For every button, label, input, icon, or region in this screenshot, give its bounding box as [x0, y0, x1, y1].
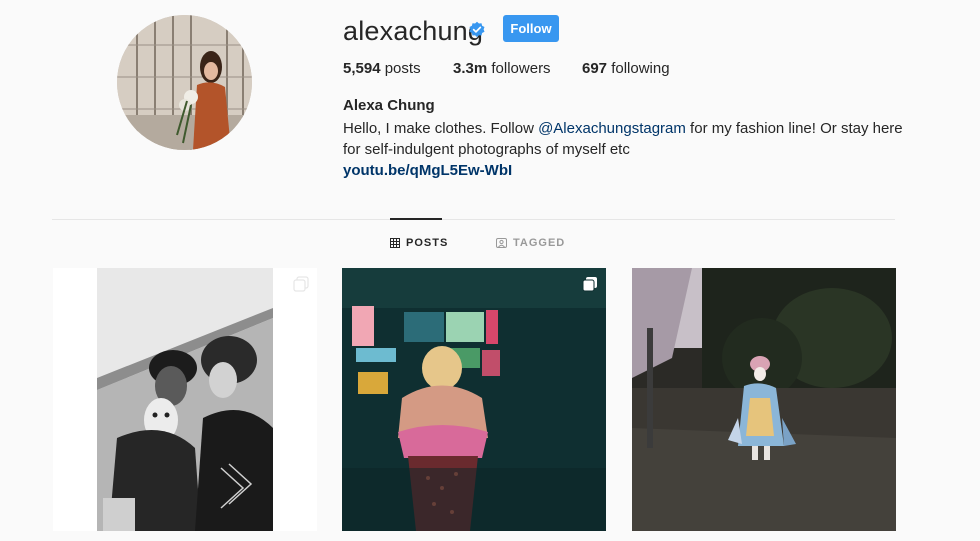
post-tile[interactable]	[53, 268, 317, 531]
follow-button[interactable]: Follow	[503, 15, 559, 42]
posts-count: 5,594	[343, 60, 381, 77]
profile-external-link[interactable]: youtu.be/qMgL5Ew-WbI	[343, 162, 512, 179]
profile-bio: Hello, I make clothes. Follow @Alexachun…	[343, 118, 903, 160]
tagged-icon	[496, 238, 507, 248]
posts-label: posts	[384, 60, 421, 77]
post-image	[53, 268, 317, 531]
following-stat[interactable]: 697 following	[582, 60, 670, 77]
following-count: 697	[582, 60, 608, 77]
verified-badge-icon	[469, 21, 485, 38]
profile-full-name: Alexa Chung	[343, 97, 435, 114]
tab-posts[interactable]: POSTS	[390, 237, 448, 249]
grid-icon	[390, 238, 400, 248]
post-tile[interactable]	[632, 268, 896, 531]
profile-username: alexachung	[343, 16, 484, 46]
posts-stat: 5,594 posts	[343, 60, 421, 77]
active-tab-indicator	[390, 218, 442, 220]
followers-label: followers	[491, 60, 551, 77]
post-image	[342, 268, 606, 531]
following-label: following	[611, 60, 670, 77]
post-tile[interactable]	[342, 268, 606, 531]
multiple-photos-icon	[293, 276, 309, 292]
profile-avatar[interactable]	[117, 15, 252, 150]
followers-count: 3.3m	[453, 60, 488, 77]
tabs-divider	[52, 219, 895, 220]
followers-stat[interactable]: 3.3m followers	[453, 60, 551, 77]
post-image	[632, 268, 896, 531]
bio-prefix: Hello, I make clothes. Follow	[343, 120, 539, 137]
tab-tagged[interactable]: TAGGED	[496, 237, 565, 249]
multiple-photos-icon	[582, 277, 597, 292]
tab-posts-label: POSTS	[406, 237, 449, 249]
tab-tagged-label: TAGGED	[513, 237, 566, 249]
bio-mention-link[interactable]: @Alexachungstagram	[538, 120, 686, 137]
avatar-image	[117, 15, 252, 150]
